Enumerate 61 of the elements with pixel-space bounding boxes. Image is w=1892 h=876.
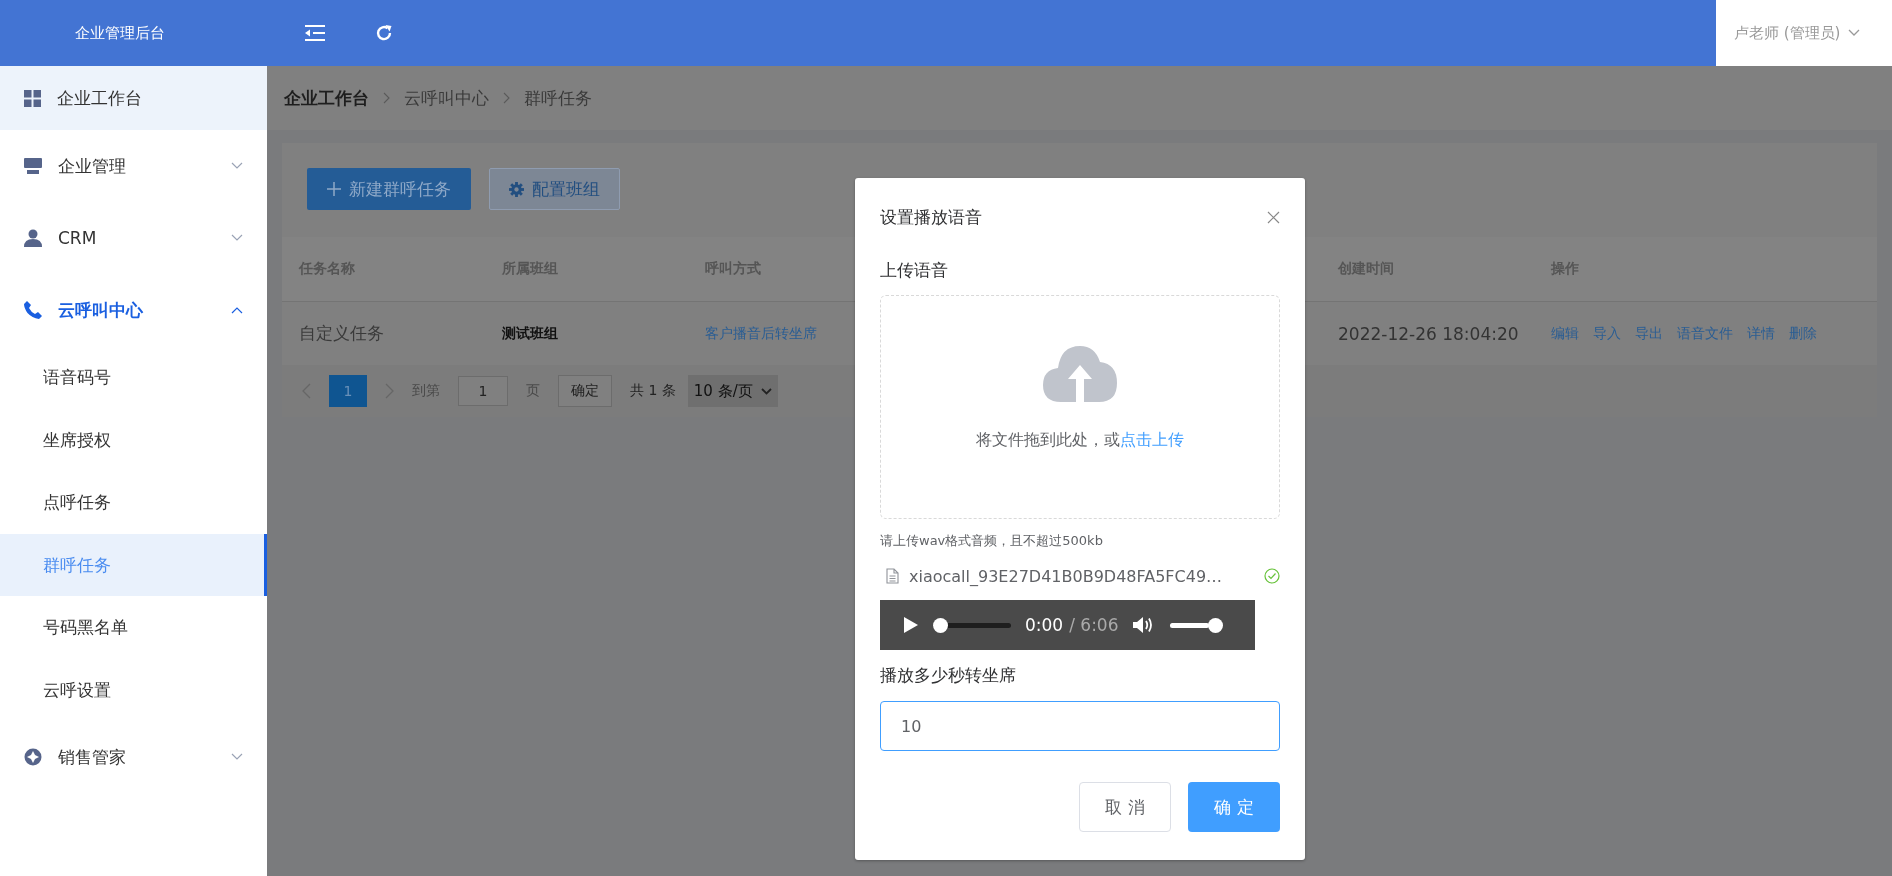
seconds-input[interactable]: 10 (880, 701, 1280, 751)
nav-subitem[interactable]: 语音码号 (0, 346, 264, 409)
breadcrumb-link[interactable]: 群呼任务 (524, 86, 592, 110)
table-cell: 2022-12-26 18:04:20 (1338, 323, 1519, 344)
store-icon (24, 157, 42, 175)
dialog-title: 设置播放语音 (880, 205, 982, 229)
chevron-down-icon (1848, 29, 1861, 37)
nav-item[interactable]: 企业工作台 (0, 66, 267, 130)
gear-icon (509, 181, 524, 197)
upload-hint: 请上传wav格式音频，且不超过500kb (880, 532, 1104, 550)
table-cell: 测试班组 (502, 324, 558, 343)
nav-item[interactable]: CRM (0, 202, 267, 274)
page-input[interactable]: 1 (458, 376, 508, 406)
document-icon (886, 568, 899, 584)
phone-icon (24, 301, 42, 319)
goto-confirm-button[interactable]: 确定 (558, 375, 612, 407)
config-group-button[interactable]: 配置班组 (489, 168, 620, 210)
page-number[interactable]: 1 (329, 375, 367, 407)
user-name: 卢老师 (管理员) (1734, 23, 1841, 43)
field-label: 上传语音 (880, 259, 949, 282)
progress-thumb[interactable] (933, 617, 948, 633)
user-icon (24, 229, 42, 247)
app-title: 企业管理后台 (75, 23, 166, 43)
user-menu[interactable]: 卢老师 (管理员) (1716, 0, 1892, 66)
nav-subitem[interactable]: 云呼设置 (0, 658, 264, 721)
file-name[interactable]: xiaocall_93E27D41B0B9D48FA5FC49… (909, 566, 1254, 586)
close-icon[interactable] (1267, 210, 1280, 224)
current-time: 0:00 (1025, 615, 1064, 635)
chevron-right-icon (383, 92, 390, 104)
breadcrumb-link[interactable]: 企业工作台 (284, 86, 369, 110)
volume-thumb[interactable] (1207, 617, 1223, 633)
new-task-button[interactable]: 新建群呼任务 (307, 168, 471, 210)
upload-dropzone[interactable]: 将文件拖到此处，或点击上传 (880, 295, 1280, 519)
plus-icon (327, 182, 341, 196)
chevron-right-icon (503, 92, 510, 104)
confirm-button[interactable]: 确 定 (1188, 782, 1280, 832)
volume-icon[interactable] (1132, 616, 1153, 634)
total-count: 共 1 条 (630, 382, 676, 400)
click-upload-link[interactable]: 点击上传 (1120, 430, 1184, 449)
nav-item[interactable]: 云呼叫中心 (0, 274, 267, 346)
compass-icon (24, 748, 42, 766)
cancel-button[interactable]: 取 消 (1079, 782, 1171, 832)
nav-subitem[interactable]: 点呼任务 (0, 471, 264, 534)
chevron-down-icon (760, 387, 772, 395)
duration: / 6:06 (1069, 615, 1119, 635)
page-size-select[interactable]: 10 条/页 (687, 375, 778, 407)
drop-instruction: 将文件拖到此处，或点击上传 (976, 430, 1184, 451)
nav-subitem[interactable]: 坐席授权 (0, 408, 264, 471)
nav-subitem[interactable]: 群呼任务 (0, 533, 267, 596)
breadcrumb-link[interactable]: 云呼叫中心 (404, 86, 489, 110)
progress-track[interactable] (933, 617, 1011, 633)
nav-item[interactable]: 销售管家 (0, 721, 267, 793)
play-icon[interactable] (903, 616, 919, 634)
nav-item[interactable]: 企业管理 (0, 130, 267, 202)
refresh-icon[interactable] (375, 24, 393, 42)
collapse-menu-icon[interactable] (305, 25, 325, 41)
cloud-upload-icon (1043, 346, 1117, 402)
field-label: 播放多少秒转坐席 (880, 664, 1017, 687)
nav-subitem[interactable]: 号码黑名单 (0, 596, 264, 659)
grid-icon (24, 89, 41, 107)
table-cell: 自定义任务 (299, 322, 384, 345)
